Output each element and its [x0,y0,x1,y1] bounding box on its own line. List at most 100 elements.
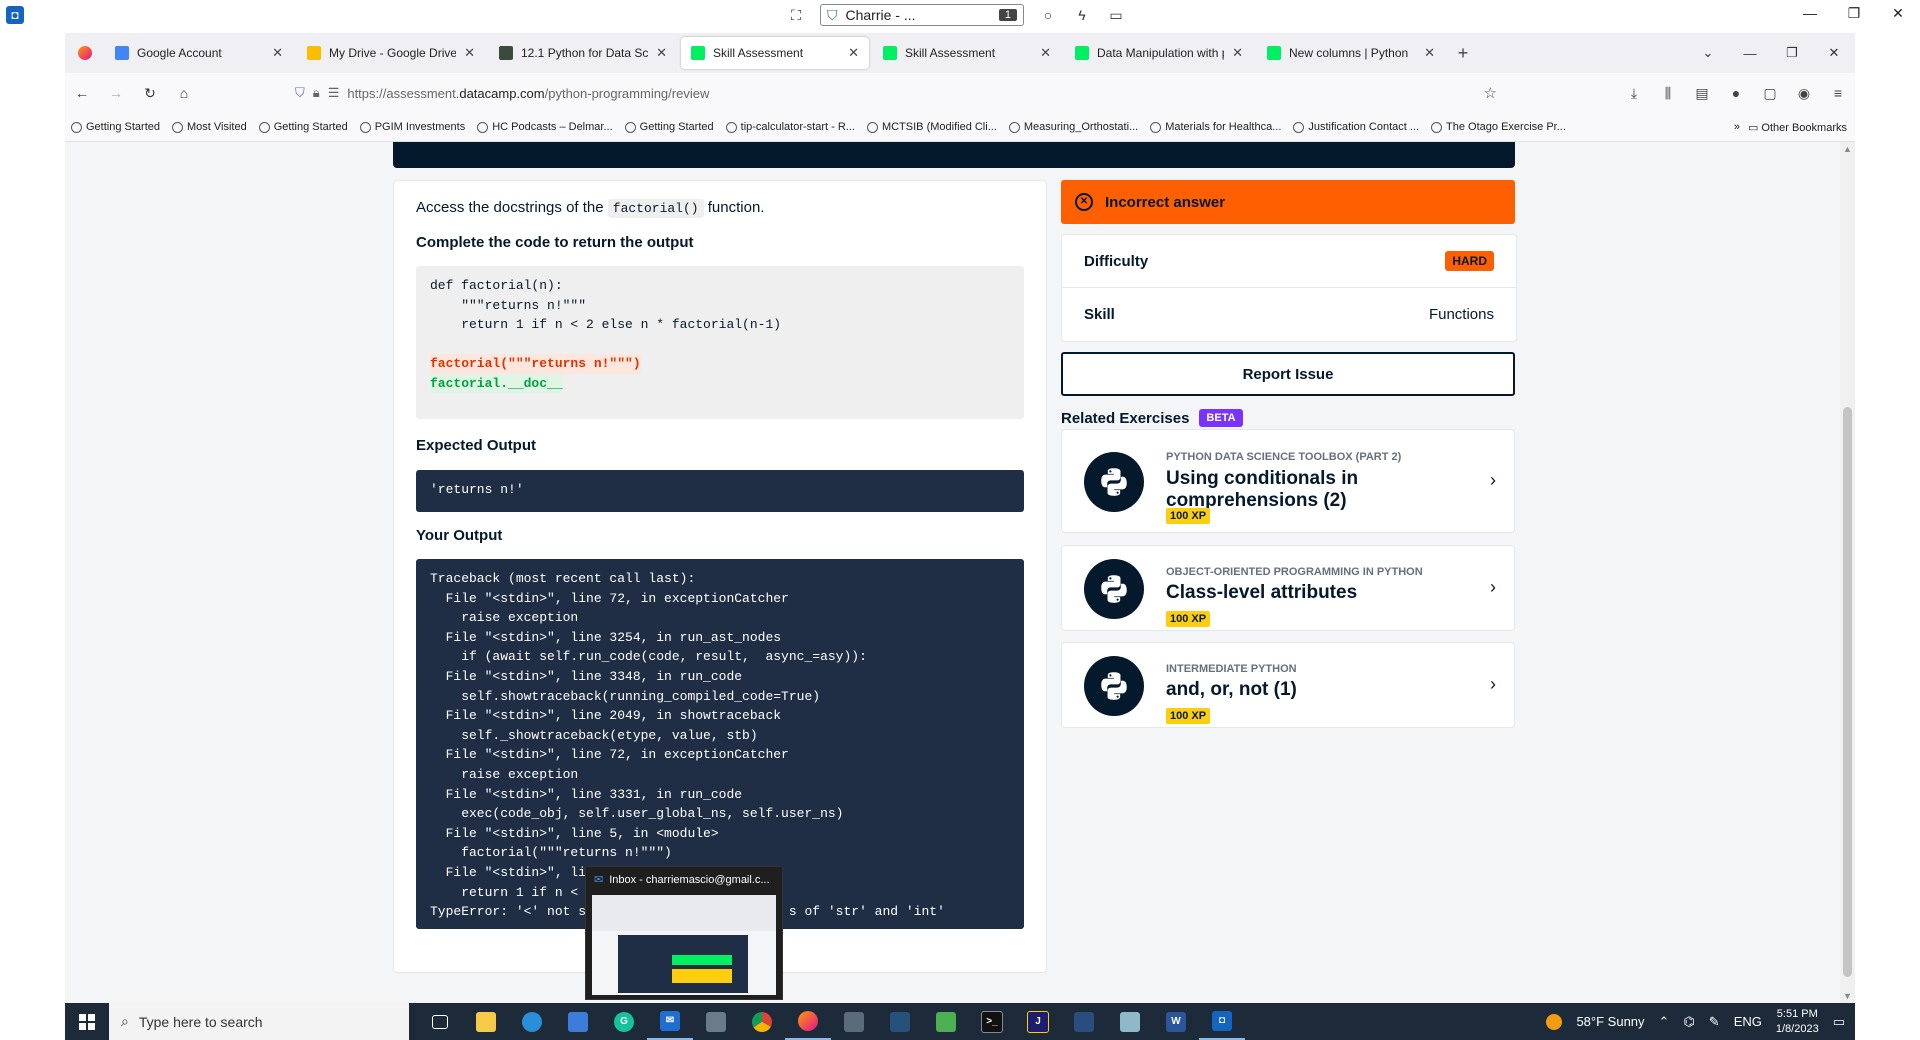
lock-icon[interactable]: 🔒︎ [313,85,320,101]
minimize-button[interactable]: — [1788,0,1832,26]
home-icon[interactable]: ⌂ [167,85,201,101]
firefox-icon[interactable] [785,1003,831,1040]
mail-app-icon[interactable]: ✉ [647,1003,693,1040]
address-bar[interactable]: ⛉ 🔒︎ ☰ https://assessment.datacamp.com/p… [295,78,1505,108]
related-exercise-card[interactable]: PYTHON DATA SCIENCE TOOLBOX (PART 2) Usi… [1061,429,1515,533]
bookmark-item[interactable]: The Otago Exercise Pr... [1425,121,1572,133]
bookmark-item[interactable]: Most Visited [166,121,253,133]
notification-icon[interactable]: ▭ [1833,1014,1845,1030]
page-scrollbar[interactable]: ▲ ▼ [1840,142,1855,1003]
browser-tab[interactable]: New columns | Python ✕ [1257,37,1445,69]
word-icon[interactable]: W [1153,1003,1199,1040]
grammarly-icon[interactable]: G [601,1003,647,1040]
bookmark-item[interactable]: Getting Started [65,121,166,133]
calculator-icon[interactable] [693,1003,739,1040]
reader-icon[interactable]: ▢ [1753,85,1787,102]
browser-tab[interactable]: Skill Assessment ✕ [681,37,869,69]
reload-icon[interactable]: ↻ [133,85,167,102]
bookmark-item[interactable]: Materials for Healthca... [1144,121,1287,133]
terminal-icon[interactable]: >_ [969,1003,1015,1040]
extension-icon[interactable]: ● [1719,85,1753,102]
snipping-icon[interactable] [877,1003,923,1040]
close-tab-icon[interactable]: ✕ [272,45,283,61]
store-icon[interactable] [555,1003,601,1040]
browser-tab[interactable]: Data Manipulation with pandas ✕ [1065,37,1253,69]
remote-app-icon[interactable]: ◘ [6,6,24,24]
tray-chevron-icon[interactable]: ⌃ [1659,1014,1670,1030]
remote-desktop-icon[interactable]: ◘ [1199,1003,1245,1040]
related-exercise-card[interactable]: OBJECT-ORIENTED PROGRAMMING IN PYTHON Cl… [1061,545,1515,631]
new-tab-button[interactable]: + [1445,43,1481,64]
report-issue-button[interactable]: Report Issue [1061,352,1515,396]
tracking-shield-icon[interactable]: ⛉ [295,85,305,101]
back-icon[interactable]: ← [65,85,99,101]
taskbar-search[interactable]: ⌕ Type here to search [109,1003,409,1040]
close-tab-icon[interactable]: ✕ [1040,45,1051,61]
windows-icon [79,1013,95,1030]
camera-icon[interactable] [831,1003,877,1040]
scrollbar-thumb[interactable] [1843,407,1852,977]
close-tab-icon[interactable]: ✕ [848,45,859,61]
permissions-icon[interactable]: ☰ [328,85,340,101]
tool-icon[interactable] [1061,1003,1107,1040]
weather-text[interactable]: 58°F Sunny [1576,1014,1644,1029]
monitor-icon[interactable]: ▭ [1106,5,1126,25]
close-tab-icon[interactable]: ✕ [464,45,475,61]
library-icon[interactable]: ⫼ [1651,85,1685,102]
window-thumbnail[interactable] [592,895,776,995]
bookmark-item[interactable]: Getting Started [619,121,720,133]
sketch-icon[interactable] [1107,1003,1153,1040]
bookmark-item[interactable]: PGIM Investments [354,121,471,133]
edge-icon[interactable] [509,1003,555,1040]
language-indicator[interactable]: ENG [1734,1014,1762,1029]
sidebar-icon[interactable]: ▤ [1685,85,1719,102]
bookmark-item[interactable]: Measuring_Orthostati... [1003,121,1144,133]
fullscreen-icon[interactable]: ⛶ [786,5,806,25]
firefox-view-icon[interactable] [65,37,105,69]
other-bookmarks[interactable]: ▭ Other Bookmarks [1748,121,1847,134]
chrome-icon[interactable] [739,1003,785,1040]
browser-tab[interactable]: Skill Assessment ✕ [873,37,1061,69]
bookmark-label: Measuring_Orthostati... [1023,121,1139,133]
taskbar-thumbnail-popup[interactable]: ✉ Inbox - charriemascio@gmail.c... [585,866,783,1000]
bookmarks-overflow-icon[interactable]: » [1734,121,1740,133]
restore-button[interactable]: ❐ [1832,0,1876,26]
ide-icon[interactable]: J [1015,1003,1061,1040]
clock[interactable]: 5:51 PM 1/8/2023 [1776,1007,1819,1037]
task-view-icon[interactable] [417,1003,463,1040]
list-all-tabs-icon[interactable]: ⌄ [1687,45,1729,61]
browser-restore-button[interactable]: ❐ [1771,45,1813,61]
bookmark-item[interactable]: MCTSIB (Modified Cli... [861,121,1003,133]
forward-icon[interactable]: → [99,85,133,101]
downloads-icon[interactable]: ⤓ [1617,85,1651,102]
browser-tab[interactable]: My Drive - Google Drive ✕ [297,37,485,69]
bookmark-item[interactable]: HC Podcasts – Delmar... [471,121,618,133]
question-card: Access the docstrings of the factorial()… [393,180,1047,973]
bolt-icon[interactable]: ϟ [1072,5,1092,25]
close-tab-icon[interactable]: ✕ [1232,45,1243,61]
browser-close-button[interactable]: ✕ [1813,45,1855,61]
browser-tab[interactable]: Google Account ✕ [105,37,293,69]
browser-tab[interactable]: 12.1 Python for Data Science - S ✕ [489,37,677,69]
bookmark-item[interactable]: Getting Started [253,121,354,133]
hex-app-icon[interactable] [923,1003,969,1040]
bookmark-icon [866,121,878,133]
browser-minimize-button[interactable]: — [1729,46,1771,61]
bookmark-item[interactable]: Justification Contact ... [1287,121,1425,133]
pen-icon[interactable]: ✎ [1709,1014,1720,1030]
bookmark-star-icon[interactable]: ☆ [1484,84,1497,102]
difficulty-row: Difficulty HARD [1062,235,1516,287]
account-icon[interactable]: ◉ [1787,85,1821,102]
chat-icon[interactable]: ○ [1038,5,1058,25]
start-button[interactable] [65,1003,109,1040]
file-explorer-icon[interactable] [463,1003,509,1040]
close-tab-icon[interactable]: ✕ [1424,45,1435,61]
related-exercise-card[interactable]: INTERMEDIATE PYTHON and, or, not (1) 100… [1061,642,1515,728]
session-selector[interactable]: ⛉ Charrie - ... 1 [820,4,1024,26]
close-tab-icon[interactable]: ✕ [656,45,667,61]
bookmark-item[interactable]: tip-calculator-start - R... [720,121,861,133]
close-button[interactable]: ✕ [1876,0,1920,26]
network-icon[interactable]: ⌬ [1683,1014,1694,1030]
weather-icon[interactable] [1546,1013,1563,1030]
menu-icon[interactable]: ≡ [1821,85,1855,102]
